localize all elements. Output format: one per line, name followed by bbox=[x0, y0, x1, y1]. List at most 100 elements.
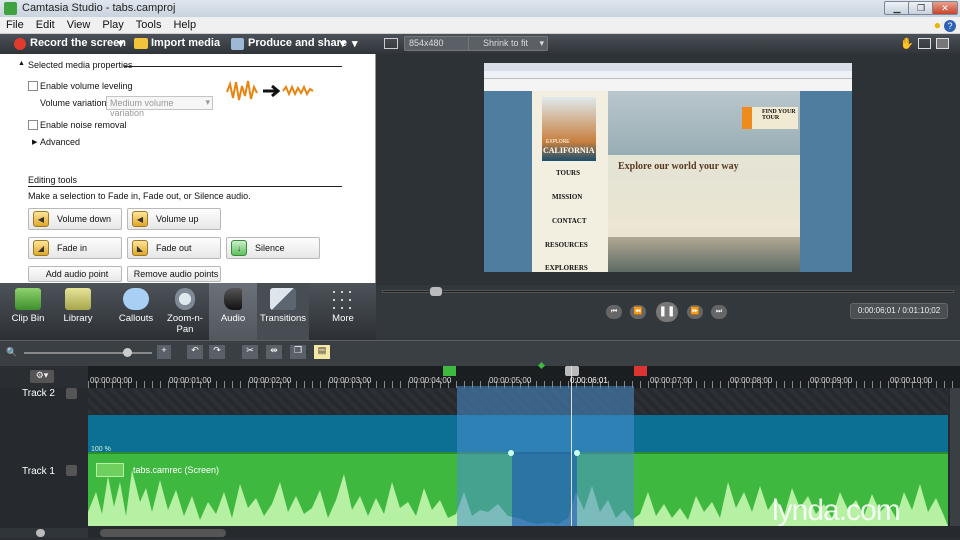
collapse-arrow-icon[interactable]: ▲ bbox=[18, 60, 25, 67]
record-dropdown-icon[interactable]: ▾ bbox=[118, 37, 124, 50]
produce-share-button[interactable]: Produce and share bbox=[248, 37, 347, 49]
tab-transitions[interactable]: Transitions bbox=[257, 283, 309, 340]
webpage: EXPLORE CALIFORNIA TOURS MISSION CONTACT… bbox=[532, 91, 800, 272]
zoom-in-icon[interactable]: + bbox=[157, 345, 171, 359]
tab-library[interactable]: Library bbox=[50, 283, 106, 340]
toolbar-menu-icon[interactable]: ▾ bbox=[352, 37, 358, 50]
tab-callouts[interactable]: Callouts bbox=[108, 283, 164, 340]
speaker-icon bbox=[224, 288, 242, 310]
selection-end-marker[interactable] bbox=[634, 366, 647, 376]
ruler-label: 00:00:02;00 bbox=[249, 376, 292, 385]
cut-icon[interactable]: ✂ bbox=[242, 345, 258, 359]
tab-clip-bin[interactable]: Clip Bin bbox=[0, 283, 56, 340]
volume-leveling-checkbox[interactable] bbox=[28, 81, 38, 91]
fast-forward-icon[interactable]: ⏩ bbox=[687, 305, 703, 319]
horizontal-scrollbar[interactable] bbox=[100, 529, 226, 537]
vertical-scrollbar[interactable] bbox=[950, 388, 960, 526]
volume-level-label: 100 % bbox=[91, 446, 111, 453]
record-screen-button[interactable]: Record the screen bbox=[30, 37, 126, 49]
noise-removal-checkbox[interactable] bbox=[28, 120, 38, 130]
undo-icon[interactable]: ↶ bbox=[187, 345, 203, 359]
audio-point[interactable] bbox=[508, 450, 514, 456]
section-title: Selected media properties bbox=[28, 60, 133, 70]
detach-icon[interactable] bbox=[918, 38, 931, 49]
advanced-toggle[interactable]: Advanced bbox=[40, 137, 80, 147]
ruler-label: 00:00:08;00 bbox=[730, 376, 773, 385]
ruler-label: 00:00:04;00 bbox=[409, 376, 452, 385]
next-clip-icon[interactable]: ⏭ bbox=[711, 305, 727, 319]
nav-mission: MISSION bbox=[552, 193, 583, 201]
brand-line: EXPLORE bbox=[546, 139, 570, 145]
playhead-time-label: 0:00:06;01 bbox=[570, 376, 608, 385]
menu-edit[interactable]: Edit bbox=[30, 17, 61, 33]
volume-down-button[interactable]: ◀ Volume down bbox=[28, 208, 122, 230]
rewind-icon[interactable]: ⏪ bbox=[630, 305, 646, 319]
browser-toolbar bbox=[484, 79, 852, 91]
volume-up-icon: ◀ bbox=[132, 211, 148, 227]
audio-properties-panel: ▲ Selected media properties Enable volum… bbox=[0, 54, 376, 283]
lightbulb-icon[interactable]: ● bbox=[934, 18, 941, 32]
task-tabs: Clip Bin Library Callouts Zoom-n- Pan Au… bbox=[0, 283, 376, 340]
fade-out-button[interactable]: ◣ Fade out bbox=[127, 237, 221, 259]
produce-icon bbox=[231, 38, 244, 50]
maximize-button[interactable]: ❐ bbox=[908, 1, 934, 15]
folder-icon bbox=[134, 38, 148, 49]
remove-audio-points-button[interactable]: Remove audio points bbox=[127, 266, 221, 282]
import-media-button[interactable]: Import media bbox=[151, 37, 220, 49]
volume-variation-select[interactable]: Medium volume variation ▾ bbox=[106, 96, 213, 118]
fade-out-icon: ◣ bbox=[132, 240, 148, 256]
help-icon[interactable]: ? bbox=[944, 20, 956, 32]
pause-icon[interactable]: ❚❚ bbox=[656, 302, 678, 322]
produce-dropdown-icon[interactable]: ▾ bbox=[340, 37, 346, 50]
minimize-button[interactable]: ▁ bbox=[884, 1, 910, 15]
menu-play[interactable]: Play bbox=[96, 17, 129, 33]
menu-file[interactable]: File bbox=[0, 17, 30, 33]
audio-point[interactable] bbox=[574, 450, 580, 456]
track-1-lock-icon[interactable] bbox=[66, 465, 77, 476]
split-icon[interactable]: ⇹ bbox=[266, 345, 282, 359]
silence-button[interactable]: ↓ Silence bbox=[226, 237, 320, 259]
browser-tabstrip bbox=[484, 63, 852, 71]
paste-icon[interactable]: ▤ bbox=[314, 345, 330, 359]
playhead-handle[interactable] bbox=[565, 366, 579, 376]
ruler-label: 00:00:05;00 bbox=[489, 376, 532, 385]
menu-help[interactable]: Help bbox=[167, 17, 202, 33]
track-height-slider[interactable] bbox=[0, 528, 88, 538]
redo-icon[interactable]: ↷ bbox=[209, 345, 225, 359]
menu-tools[interactable]: Tools bbox=[130, 17, 168, 33]
fade-in-button[interactable]: ◢ Fade in bbox=[28, 237, 122, 259]
expand-arrow-icon[interactable]: ▶ bbox=[32, 138, 37, 146]
close-button[interactable]: ✕ bbox=[932, 1, 958, 15]
zoom-out-icon[interactable]: 🔍 bbox=[6, 347, 17, 358]
previous-clip-icon[interactable]: ⏮ bbox=[606, 305, 622, 319]
timeline-ruler[interactable]: ⚙▾ 00:00:00;00 00:00:01;00 00:00:02;00 0… bbox=[0, 361, 960, 388]
main-toolbar: Record the screen ▾ Import media Produce… bbox=[0, 34, 376, 54]
brand-name: CALIFORNIA bbox=[543, 146, 595, 155]
ruler-label: 00:00:09;00 bbox=[810, 376, 853, 385]
pan-hand-icon[interactable]: ✋ bbox=[900, 37, 914, 50]
timeline-settings-icon[interactable]: ⚙▾ bbox=[30, 370, 54, 383]
tab-audio[interactable]: Audio bbox=[209, 283, 257, 340]
tab-more[interactable]: More bbox=[316, 283, 370, 340]
copy-icon[interactable]: ❐ bbox=[290, 345, 306, 359]
zoom-dropdown[interactable]: Shrink to fit ▾ bbox=[468, 36, 548, 51]
preview-toolbar: 854x480 Shrink to fit ▾ ✋ bbox=[376, 34, 960, 54]
track-2-lock-icon[interactable] bbox=[66, 388, 77, 399]
tab-zoom-pan[interactable]: Zoom-n- Pan bbox=[157, 283, 213, 340]
zoom-slider[interactable] bbox=[24, 352, 152, 354]
player-controls: ⏮ ⏪ ❚❚ ⏩ ⏭ 0:00:06;01 / 0:01:10;02 bbox=[376, 285, 960, 340]
video-canvas[interactable]: EXPLORE CALIFORNIA TOURS MISSION CONTACT… bbox=[484, 63, 852, 272]
resize-icon[interactable] bbox=[384, 38, 398, 49]
scrub-handle[interactable] bbox=[430, 287, 442, 296]
selection-start-marker[interactable] bbox=[443, 366, 456, 376]
nav-tours: TOURS bbox=[556, 169, 580, 177]
zoom-slider-handle[interactable] bbox=[123, 348, 132, 357]
silenced-region bbox=[512, 452, 577, 526]
menu-view[interactable]: View bbox=[61, 17, 97, 33]
editing-tools-title: Editing tools bbox=[28, 175, 78, 185]
fullscreen-icon[interactable] bbox=[936, 38, 949, 49]
playhead-line bbox=[571, 366, 572, 526]
volume-up-button[interactable]: ◀ Volume up bbox=[127, 208, 221, 230]
add-audio-point-button[interactable]: Add audio point bbox=[28, 266, 122, 282]
scrub-track[interactable] bbox=[382, 290, 954, 293]
